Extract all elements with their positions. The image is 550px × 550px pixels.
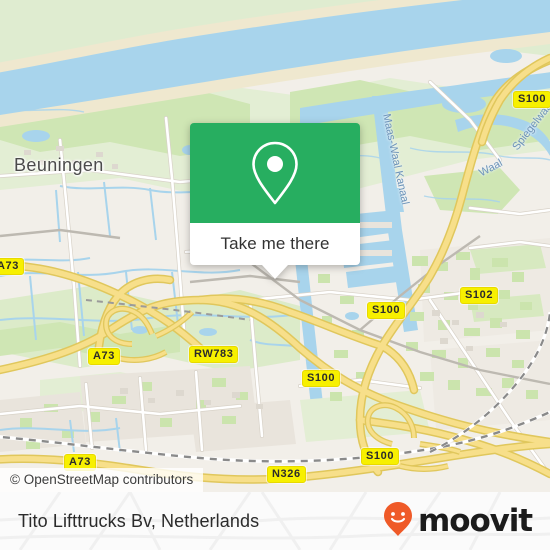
popup-pointer-tail <box>262 265 288 279</box>
road-shield-n326[interactable]: N326 <box>267 466 306 483</box>
road-shield-s100-center[interactable]: S100 <box>302 370 341 387</box>
moovit-wordmark: moovit <box>418 502 533 539</box>
take-me-there-button[interactable]: Take me there <box>190 223 360 265</box>
location-popup-card[interactable]: Take me there <box>190 123 360 279</box>
moovit-smiley-pin-icon <box>383 501 413 542</box>
road-shield-s100-mid[interactable]: S100 <box>367 302 406 319</box>
place-title: Tito Lifttrucks Bv, Netherlands <box>18 510 260 531</box>
road-shield-s102[interactable]: S102 <box>460 287 499 304</box>
footer-bar: Tito Lifttrucks Bv, Netherlands moovit <box>0 492 550 550</box>
road-shield-s100-south[interactable]: S100 <box>361 448 400 465</box>
road-shield-a73-west[interactable]: A73 <box>0 258 24 275</box>
moovit-brand[interactable]: moovit <box>383 501 533 542</box>
map-screenshot: Beuningen Waal Maas-Waal Kanaal Spiegelw… <box>0 0 550 550</box>
location-pin-icon <box>248 140 302 206</box>
map-attribution[interactable]: © OpenStreetMap contributors <box>0 468 204 492</box>
popup-icon-area <box>190 123 360 223</box>
road-shield-s100-north[interactable]: S100 <box>513 91 550 108</box>
take-me-there-label: Take me there <box>220 234 330 253</box>
road-shield-rw783[interactable]: RW783 <box>189 346 239 363</box>
road-shield-a73-mid[interactable]: A73 <box>88 348 120 365</box>
